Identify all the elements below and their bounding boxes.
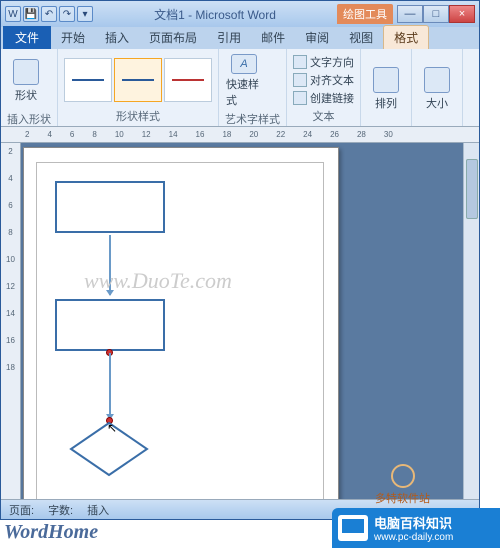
wordart-icon: A [231, 54, 257, 74]
group-text: 文字方向 对齐文本 创建链接 文本 [287, 49, 361, 126]
word-icon: W [5, 6, 21, 22]
shapes-button[interactable]: 形状 [7, 53, 45, 109]
duote-badge: 多特软件站 [375, 464, 430, 506]
arrange-icon [373, 67, 399, 93]
style-swatch-2[interactable] [114, 58, 162, 102]
tab-review[interactable]: 审阅 [295, 26, 339, 49]
align-text-button[interactable]: 对齐文本 [293, 72, 354, 88]
vertical-scrollbar[interactable] [463, 143, 479, 519]
group-label: 文本 [293, 106, 354, 124]
pcdaily-badge: 电脑百科知识 www.pc-daily.com [332, 508, 500, 548]
maximize-button[interactable]: □ [423, 5, 449, 23]
cursor-icon: ↖ [107, 421, 117, 435]
text-direction-icon [293, 55, 307, 69]
quick-access-toolbar: W 💾 ↶ ↷ ▾ [5, 6, 93, 22]
app-window: W 💾 ↶ ↷ ▾ 文档1 - Microsoft Word 绘图工具 — □ … [0, 0, 480, 520]
duote-icon [391, 464, 415, 488]
flowchart-process-2[interactable] [55, 299, 165, 351]
qat-more-icon[interactable]: ▾ [77, 6, 93, 22]
pcdaily-title: 电脑百科知识 [374, 513, 453, 532]
group-wordart-styles: A 快速样式 艺术字样式 [219, 49, 287, 126]
horizontal-ruler[interactable]: 24681012141618202224262830 [1, 127, 479, 143]
wordhome-watermark: WordHome [4, 521, 98, 544]
status-ime: 插入 [87, 502, 109, 518]
group-arrange: 排列 [361, 49, 412, 126]
tab-file[interactable]: 文件 [3, 26, 51, 49]
close-button[interactable]: × [449, 5, 475, 23]
group-label: 形状样式 [64, 106, 212, 124]
link-icon [293, 91, 307, 105]
tab-insert[interactable]: 插入 [95, 26, 139, 49]
vertical-ruler[interactable]: 24681012141618 [1, 143, 21, 519]
window-controls: — □ × [397, 5, 475, 23]
size-button[interactable]: 大小 [418, 61, 456, 117]
window-title: 文档1 - Microsoft Word [93, 6, 337, 23]
shapes-icon [13, 59, 39, 85]
ribbon-tabs: 文件 开始 插入 页面布局 引用 邮件 审阅 视图 格式 [1, 27, 479, 49]
tab-mailings[interactable]: 邮件 [251, 26, 295, 49]
ribbon: 形状 插入形状 形状样式 A 快速样式 艺术字样式 [1, 49, 479, 127]
connector-1[interactable] [109, 235, 111, 295]
monitor-icon [338, 515, 368, 541]
save-icon[interactable]: 💾 [23, 6, 39, 22]
tab-format[interactable]: 格式 [383, 25, 429, 49]
title-bar: W 💾 ↶ ↷ ▾ 文档1 - Microsoft Word 绘图工具 — □ … [1, 1, 479, 27]
page: ↖ www.DuoTe.com [23, 147, 339, 519]
tab-home[interactable]: 开始 [51, 26, 95, 49]
group-insert-shapes: 形状 插入形状 [1, 49, 58, 126]
text-direction-button[interactable]: 文字方向 [293, 54, 354, 70]
quick-styles-button[interactable]: A 快速样式 [225, 53, 263, 109]
group-shape-styles: 形状样式 [58, 49, 219, 126]
flowchart-process-1[interactable] [55, 181, 165, 233]
status-words: 字数: [48, 502, 73, 518]
group-label: 艺术字样式 [225, 109, 280, 127]
group-size: 大小 [412, 49, 463, 126]
workspace: 24681012141618 ↖ www.DuoTe.com [1, 143, 479, 519]
minimize-button[interactable]: — [397, 5, 423, 23]
contextual-tab-label: 绘图工具 [337, 4, 393, 24]
tab-references[interactable]: 引用 [207, 26, 251, 49]
shape-style-gallery[interactable] [64, 58, 212, 102]
tab-view[interactable]: 视图 [339, 26, 383, 49]
document-area[interactable]: ↖ www.DuoTe.com [21, 143, 463, 519]
drawing-canvas[interactable]: ↖ [36, 162, 324, 519]
scroll-thumb[interactable] [466, 159, 478, 219]
style-swatch-3[interactable] [164, 58, 212, 102]
status-page: 页面: [9, 502, 34, 518]
redo-icon[interactable]: ↷ [59, 6, 75, 22]
style-swatch-1[interactable] [64, 58, 112, 102]
align-text-icon [293, 73, 307, 87]
undo-icon[interactable]: ↶ [41, 6, 57, 22]
arrange-button[interactable]: 排列 [367, 61, 405, 117]
tab-layout[interactable]: 页面布局 [139, 26, 207, 49]
size-icon [424, 67, 450, 93]
group-label: 插入形状 [7, 109, 51, 127]
connector-2-selected[interactable] [109, 353, 111, 419]
pcdaily-url: www.pc-daily.com [374, 532, 453, 543]
create-link-button[interactable]: 创建链接 [293, 90, 354, 106]
